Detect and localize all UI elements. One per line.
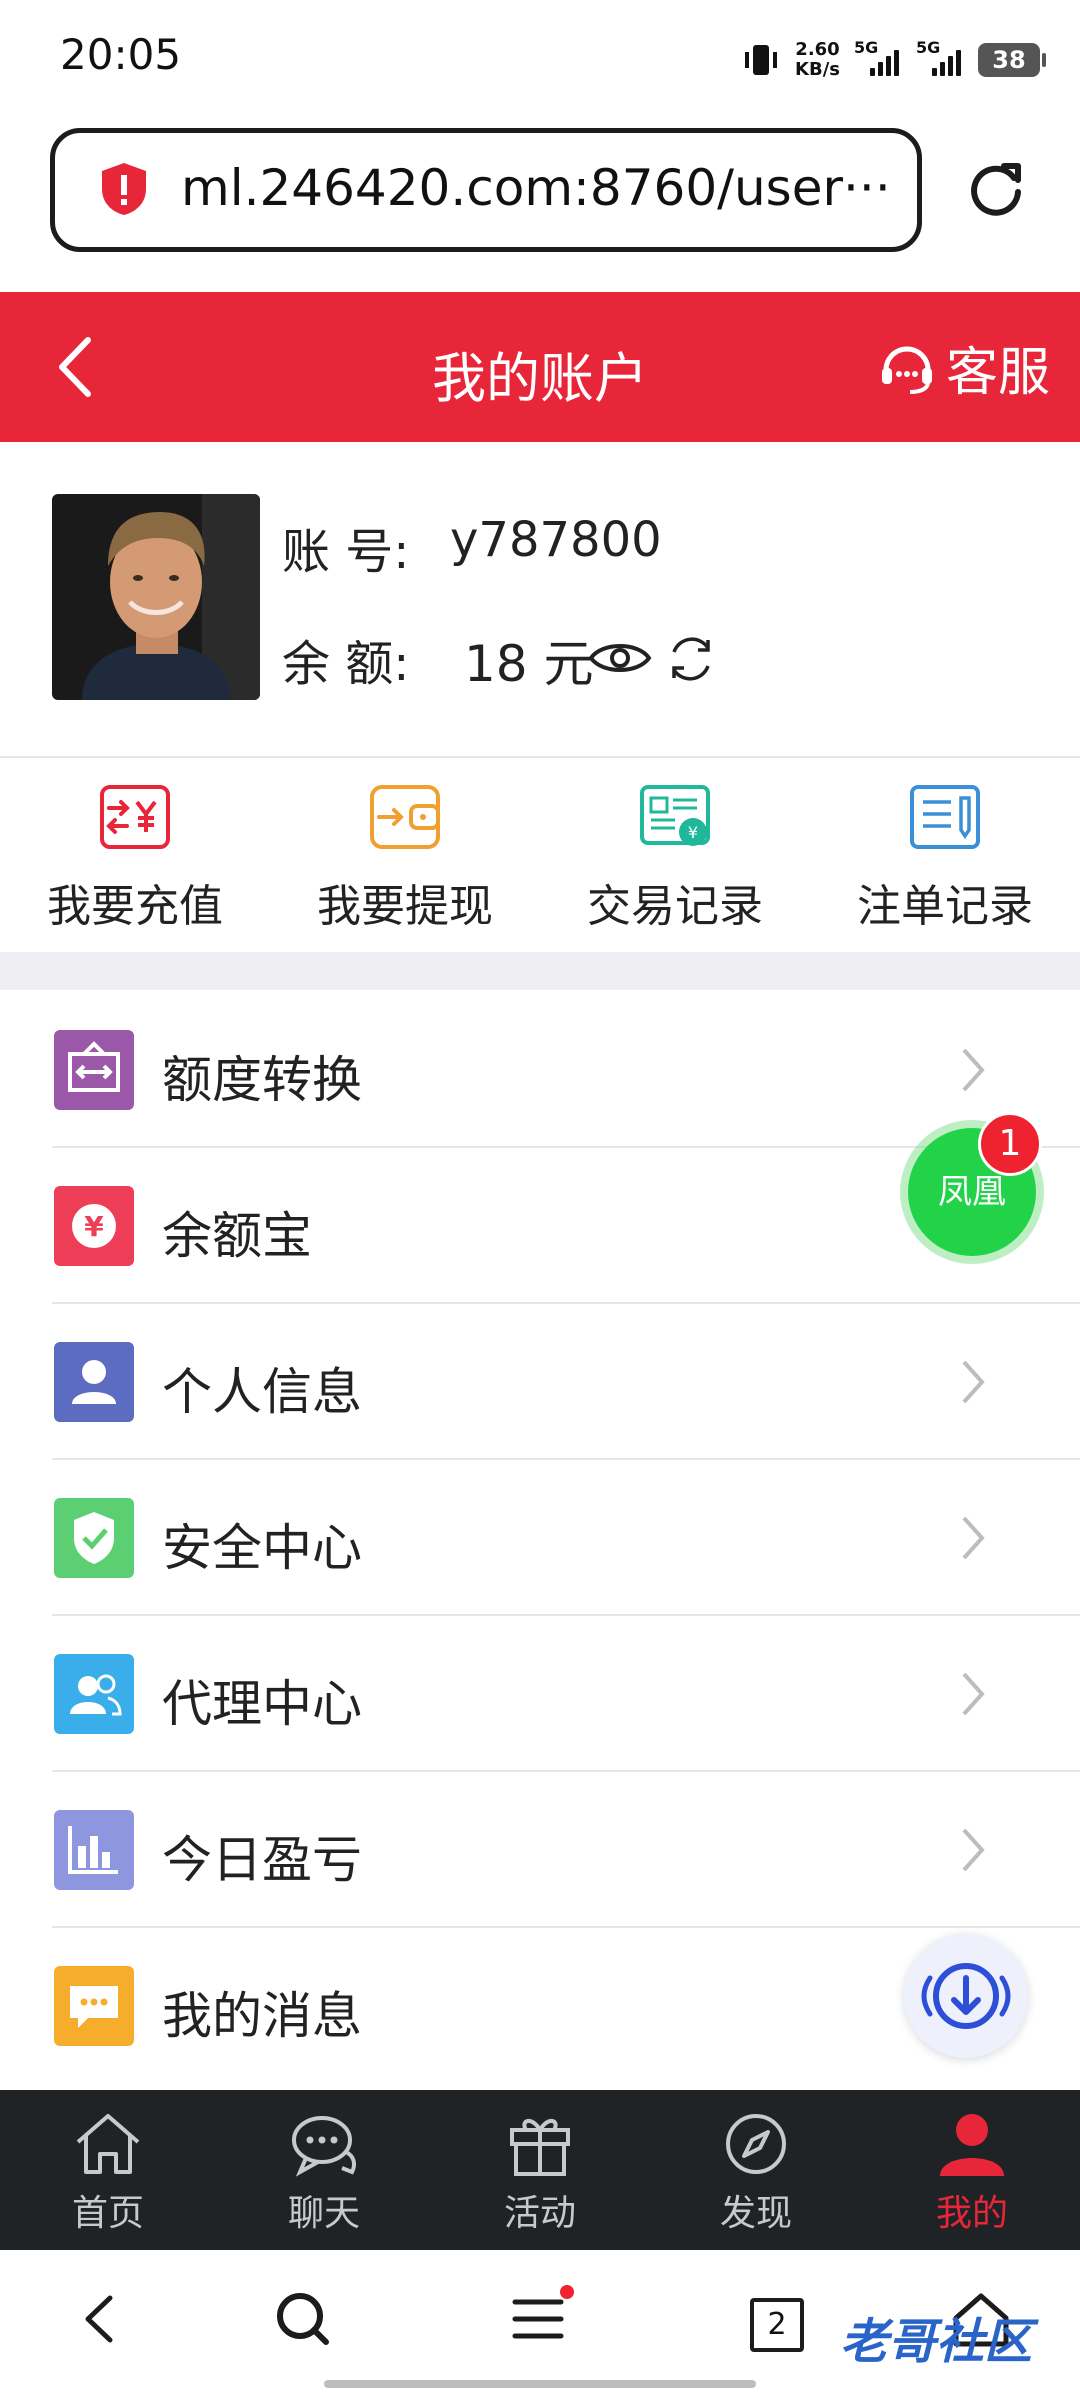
- yuebao-icon: ¥: [54, 1186, 134, 1266]
- download-icon: [921, 1963, 1011, 2029]
- quick-action-withdraw[interactable]: 我要提现: [270, 784, 540, 932]
- bottom-tab-bar: 首页 聊天 活动 发现 我的: [0, 2090, 1080, 2250]
- quick-action-bet-record[interactable]: 注单记录: [810, 784, 1080, 932]
- notification-badge: 1: [978, 1112, 1042, 1176]
- gift-icon: [510, 2119, 570, 2176]
- chevron-right-icon: [962, 1516, 985, 1560]
- browser-back-icon[interactable]: [66, 2284, 136, 2354]
- battery-icon: 38: [978, 43, 1046, 77]
- network-speed: 2.60 KB/s: [795, 40, 840, 80]
- avatar-photo: [52, 494, 260, 700]
- account-value: y787800: [450, 512, 662, 568]
- menu-item-label: 我的消息: [162, 1987, 362, 2045]
- menu-icon[interactable]: [505, 2284, 575, 2354]
- address-bar[interactable]: ml.246420.com:8760/user···: [50, 128, 922, 252]
- svg-text:¥: ¥: [84, 1210, 104, 1243]
- reload-icon[interactable]: [966, 158, 1026, 218]
- menu-item-label: 额度转换: [162, 1051, 362, 1109]
- quick-action-label: 注单记录: [857, 881, 1033, 932]
- person-icon: [54, 1342, 134, 1422]
- menu-item-security-center[interactable]: 安全中心: [0, 1460, 1080, 1616]
- quick-action-label: 我要充值: [47, 881, 223, 932]
- menu-item-personal-info[interactable]: 个人信息: [0, 1304, 1080, 1460]
- avatar: [52, 494, 260, 700]
- balance-value: 18 元: [464, 635, 594, 693]
- customer-service-button[interactable]: 客服: [878, 334, 1050, 403]
- page-header: 我的账户 客服: [0, 292, 1080, 442]
- refresh-balance-icon[interactable]: [664, 632, 718, 686]
- bet-record-icon: [910, 785, 980, 849]
- tab-label: 我的: [935, 2193, 1008, 2234]
- chevron-right-icon: [962, 1360, 985, 1404]
- network-speed-value: 2.60: [795, 39, 840, 60]
- transaction-record-icon: ¥: [640, 785, 710, 846]
- gesture-bar[interactable]: [324, 2380, 756, 2388]
- recharge-icon: [100, 785, 170, 849]
- svg-text:¥: ¥: [688, 823, 698, 842]
- download-float-button[interactable]: [904, 1934, 1028, 2058]
- chevron-right-icon: [962, 1828, 985, 1872]
- eye-icon[interactable]: [588, 636, 652, 680]
- section-gap: [0, 952, 1080, 990]
- tab-label: 聊天: [287, 2193, 360, 2234]
- agent-icon: [54, 1654, 134, 1734]
- chat-icon: [292, 2116, 356, 2177]
- withdraw-icon: [370, 785, 440, 849]
- balance-label: 余 额:: [282, 636, 410, 692]
- menu-item-quota-transfer[interactable]: 额度转换: [0, 992, 1080, 1148]
- signal-icon: 5G: [916, 38, 964, 76]
- quick-action-label: 交易记录: [587, 881, 763, 932]
- signal-label: 5G: [916, 38, 941, 57]
- menu-item-label: 安全中心: [162, 1519, 362, 1577]
- menu-item-label: 代理中心: [162, 1675, 362, 1733]
- security-warning-icon[interactable]: [99, 161, 149, 217]
- tabs-count-button[interactable]: 2: [750, 2298, 804, 2352]
- menu-item-label: 今日盈亏: [162, 1831, 362, 1889]
- shield-check-icon: [54, 1498, 134, 1578]
- tab-chat[interactable]: 聊天: [216, 2090, 432, 2250]
- chevron-right-icon: [962, 1672, 985, 1716]
- menu-item-label: 个人信息: [162, 1363, 362, 1421]
- tab-label: 发现: [719, 2193, 792, 2234]
- tab-discover[interactable]: 发现: [648, 2090, 864, 2250]
- home-icon: [76, 2114, 140, 2174]
- menu-item-label: 余额宝: [162, 1207, 312, 1265]
- message-icon: [54, 1966, 134, 2046]
- menu-item-agent-center[interactable]: 代理中心: [0, 1616, 1080, 1772]
- tab-label: 首页: [71, 2193, 144, 2234]
- user-icon: [940, 2114, 1004, 2176]
- quick-action-transaction-record[interactable]: ¥ 交易记录: [540, 784, 810, 932]
- status-time: 20:05: [60, 30, 182, 79]
- tab-home[interactable]: 首页: [0, 2090, 216, 2250]
- customer-service-label: 客服: [945, 342, 1050, 403]
- bar-chart-icon: [54, 1810, 134, 1890]
- tab-activity[interactable]: 活动: [432, 2090, 648, 2250]
- signal-label: 5G: [854, 38, 879, 57]
- tab-mine[interactable]: 我的: [864, 2090, 1080, 2250]
- vibrate-icon: [745, 45, 778, 75]
- headset-icon: [881, 346, 932, 394]
- watermark-logo: 老哥社区: [840, 2314, 1033, 2370]
- account-label: 账 号:: [282, 524, 410, 580]
- chevron-right-icon: [962, 1048, 985, 1092]
- transfer-icon: [54, 1030, 134, 1110]
- status-bar: 20:05 2.60 KB/s 5G 5G 38: [0, 0, 1080, 120]
- compass-icon: [726, 2114, 786, 2174]
- quick-action-recharge[interactable]: 我要充值: [0, 784, 270, 932]
- search-icon[interactable]: [268, 2284, 338, 2354]
- signal-icon: 5G: [854, 38, 902, 76]
- menu-item-today-profit-loss[interactable]: 今日盈亏: [0, 1772, 1080, 1928]
- url-text[interactable]: ml.246420.com:8760/user···: [181, 159, 891, 217]
- network-speed-unit: KB/s: [795, 59, 840, 80]
- quick-action-label: 我要提现: [317, 881, 493, 932]
- tab-label: 活动: [503, 2193, 576, 2234]
- divider: [0, 756, 1080, 758]
- status-icons: 2.60 KB/s 5G 5G 38: [741, 36, 1046, 84]
